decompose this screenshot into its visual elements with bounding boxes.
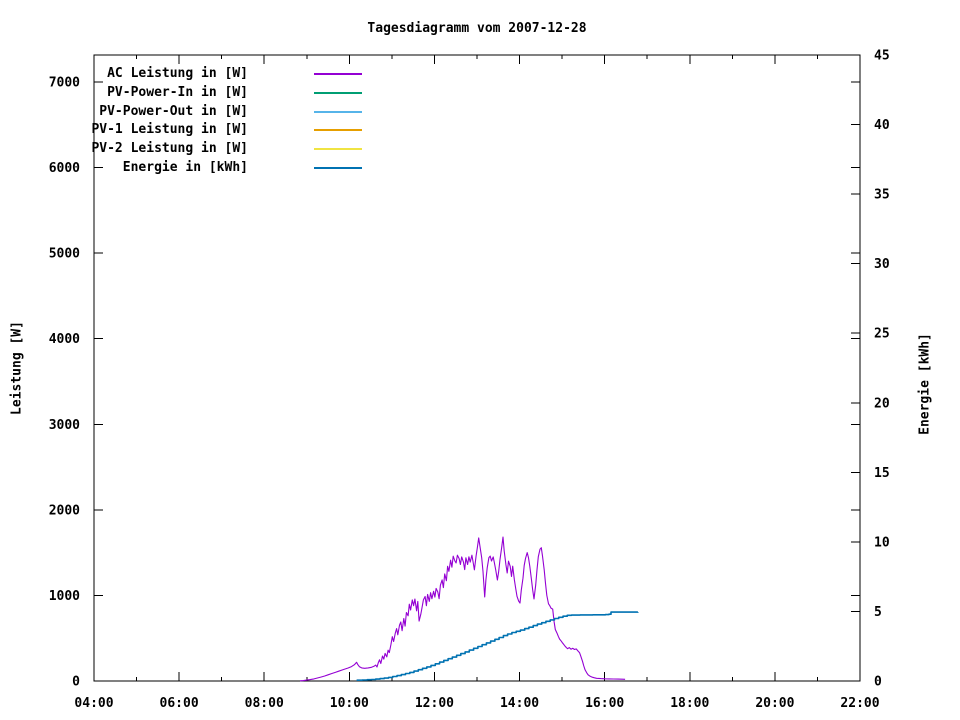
y-right-tick-label: 15 (874, 466, 890, 481)
x-tick-label: 08:00 (245, 696, 284, 711)
x-tick-label: 04:00 (74, 696, 113, 711)
x-tick-label: 18:00 (670, 696, 709, 711)
x-tick-label: 20:00 (755, 696, 794, 711)
series-line-5 (356, 611, 639, 681)
legend-item: PV-2 Leistung in [W] (0, 141, 362, 157)
x-tick-label: 14:00 (500, 696, 539, 711)
series-line-0 (299, 536, 626, 682)
legend-line-sample (314, 110, 362, 113)
gnuplot-chart: Tagesdiagramm vom 2007-12-28 Leistung [W… (0, 0, 960, 720)
legend-item: PV-Power-In in [W] (0, 85, 362, 101)
y-left-tick-label: 1000 (49, 589, 80, 604)
x-tick-label: 06:00 (160, 696, 199, 711)
legend-label: PV-Power-In in [W] (107, 84, 248, 100)
y-right-tick-label: 25 (874, 327, 890, 342)
legend-line-sample (314, 129, 362, 132)
legend-label: PV-Power-Out in [W] (99, 103, 248, 119)
legend-label: AC Leistung in [W] (107, 66, 248, 81)
x-tick-label: 12:00 (415, 696, 454, 711)
legend-item: Energie in [kWh] (0, 160, 362, 176)
x-tick-label: 10:00 (330, 696, 369, 711)
y-right-tick-label: 10 (874, 535, 890, 550)
y-right-tick-label: 20 (874, 396, 890, 411)
legend-item: PV-1 Leistung in [W] (0, 122, 362, 138)
legend-line-sample (314, 73, 362, 75)
x-tick-label: 22:00 (840, 696, 879, 711)
y-left-tick-label: 4000 (49, 332, 80, 347)
legend-item: AC Leistung in [W] (0, 66, 362, 82)
y-right-tick-label: 45 (874, 49, 890, 64)
legend-label: PV-1 Leistung in [W] (91, 122, 248, 138)
y-left-tick-label: 0 (72, 675, 80, 690)
legend-item: PV-Power-Out in [W] (0, 104, 362, 120)
y-left-tick-label: 3000 (49, 418, 80, 433)
legend-line-sample (314, 167, 362, 169)
y-right-tick-label: 30 (874, 257, 890, 272)
y-right-tick-label: 35 (874, 188, 890, 203)
y-right-tick-label: 40 (874, 118, 890, 133)
y-left-tick-label: 5000 (49, 247, 80, 262)
legend-line-sample (314, 91, 362, 94)
legend-label: PV-2 Leistung in [W] (91, 141, 248, 157)
y-right-tick-label: 5 (874, 605, 882, 620)
x-tick-label: 16:00 (585, 696, 624, 711)
legend-label: Energie in [kWh] (122, 160, 248, 175)
y-right-tick-label: 0 (874, 675, 882, 690)
legend-line-sample (314, 148, 362, 151)
y-left-tick-label: 2000 (49, 503, 80, 518)
